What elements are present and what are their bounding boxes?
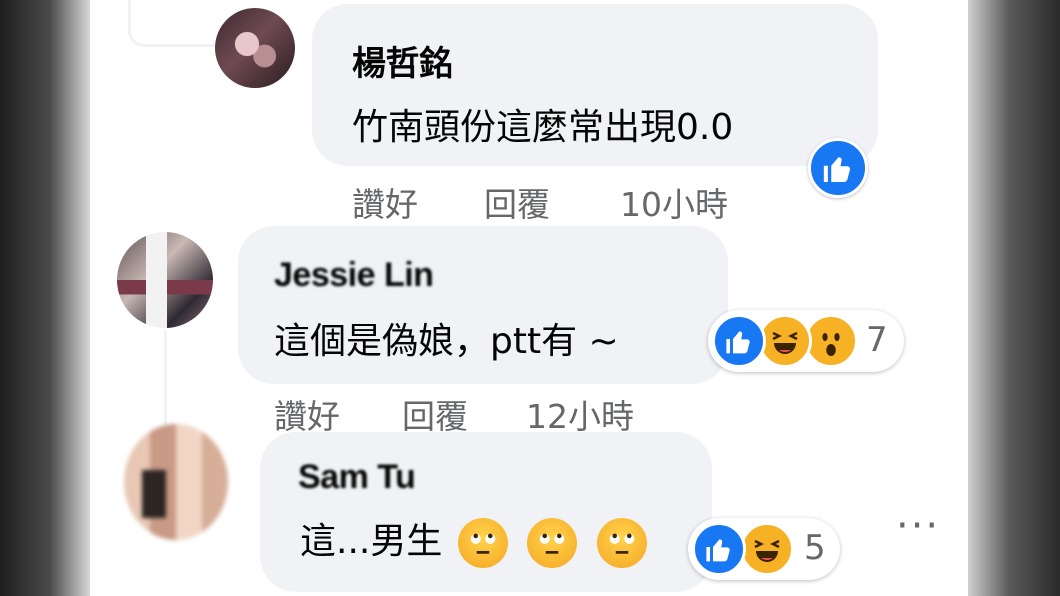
more-options-button[interactable]: ··· (896, 506, 940, 546)
reaction-count: 7 (866, 320, 888, 360)
wow-icon (804, 314, 858, 368)
avatar[interactable] (215, 8, 295, 88)
haha-icon (758, 314, 812, 368)
avatar[interactable] (117, 232, 213, 328)
comment-text: 這個是偽娘，ptt有 ~ (274, 321, 619, 362)
like-link[interactable]: 讚好 (274, 390, 340, 438)
like-icon[interactable] (808, 138, 868, 198)
reaction-count: 5 (804, 528, 826, 568)
comment-text: 竹南頭份這麼常出現0.0 (352, 107, 734, 148)
avatar[interactable] (124, 424, 228, 540)
comment-author[interactable]: Sam Tu (298, 458, 416, 497)
like-icon (692, 522, 746, 576)
reply-link[interactable]: 回覆 (484, 178, 550, 226)
comment-author[interactable]: 楊哲銘 (352, 36, 453, 85)
timestamp[interactable]: 10小時 (620, 178, 728, 226)
like-link[interactable]: 讚好 (352, 178, 418, 226)
left-backdrop (0, 0, 90, 596)
rolling-eyes-icon (457, 518, 508, 568)
comments-panel: 楊哲銘 竹南頭份這麼常出現0.0 讚好 回覆 10小時 Jessie Lin 這… (90, 0, 968, 596)
rolling-eyes-icon (527, 518, 578, 568)
haha-icon (740, 522, 794, 576)
rolling-eyes-icon (596, 518, 647, 568)
reply-link[interactable]: 回覆 (402, 390, 468, 438)
right-backdrop (968, 0, 1060, 596)
comment-text-row: 這...男生 (300, 512, 651, 568)
reactions-summary[interactable]: 5 (688, 518, 840, 580)
reactions-summary[interactable]: 7 (708, 310, 904, 372)
comment-author[interactable]: Jessie Lin (274, 256, 434, 295)
thread-connector (164, 330, 167, 426)
comment-text: 這...男生 (300, 521, 443, 562)
thread-connector (128, 0, 215, 47)
like-icon (712, 314, 766, 368)
timestamp[interactable]: 12小時 (526, 390, 634, 438)
